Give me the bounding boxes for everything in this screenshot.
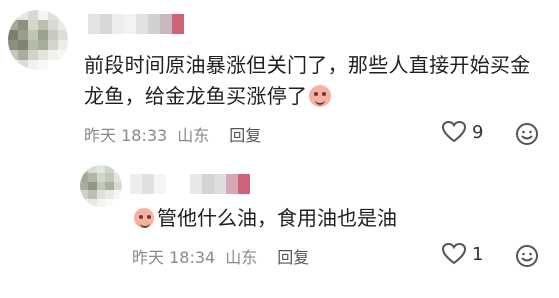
- reply-button[interactable]: 回复: [229, 122, 261, 146]
- commenter-name-blurred[interactable]: [88, 14, 184, 34]
- main-comment-text: 前段时间原油暴涨但关门了，那些人直接开始买金龙鱼，给金龙鱼买涨停了: [84, 53, 531, 108]
- like-count: 9: [472, 121, 484, 143]
- reply-commenter-name-blurred[interactable]: [130, 174, 250, 194]
- pig-face-icon: [134, 208, 154, 228]
- commenter-avatar[interactable]: [8, 10, 68, 70]
- reply-like-count: 1: [472, 243, 484, 265]
- heart-outline-icon: [442, 243, 466, 265]
- reply-like-button[interactable]: 1: [442, 243, 483, 265]
- reply-commenter-avatar[interactable]: [80, 165, 122, 207]
- comment-time: 昨天 18:33: [84, 126, 168, 145]
- reply-reply-button[interactable]: 回复: [277, 244, 309, 268]
- main-like-button[interactable]: 9: [442, 121, 483, 143]
- reply-comment-text: 管他什么油，食用油也是油: [132, 203, 397, 234]
- smile-icon[interactable]: [515, 122, 539, 146]
- reply-comment-meta: 昨天 18:34 山东 回复: [132, 244, 309, 268]
- pig-laugh-icon: [309, 85, 332, 107]
- heart-outline-icon: [442, 121, 466, 143]
- smile-icon[interactable]: [515, 244, 539, 268]
- comment-thread: 前段时间原油暴涨但关门了，那些人直接开始买金龙鱼，给金龙鱼买涨停了 昨天 18:…: [0, 0, 559, 298]
- main-comment-meta: 昨天 18:33 山东 回复: [84, 122, 261, 146]
- reply-location: 山东: [225, 248, 258, 267]
- comment-location: 山东: [177, 126, 210, 145]
- reply-time: 昨天 18:34: [132, 248, 216, 267]
